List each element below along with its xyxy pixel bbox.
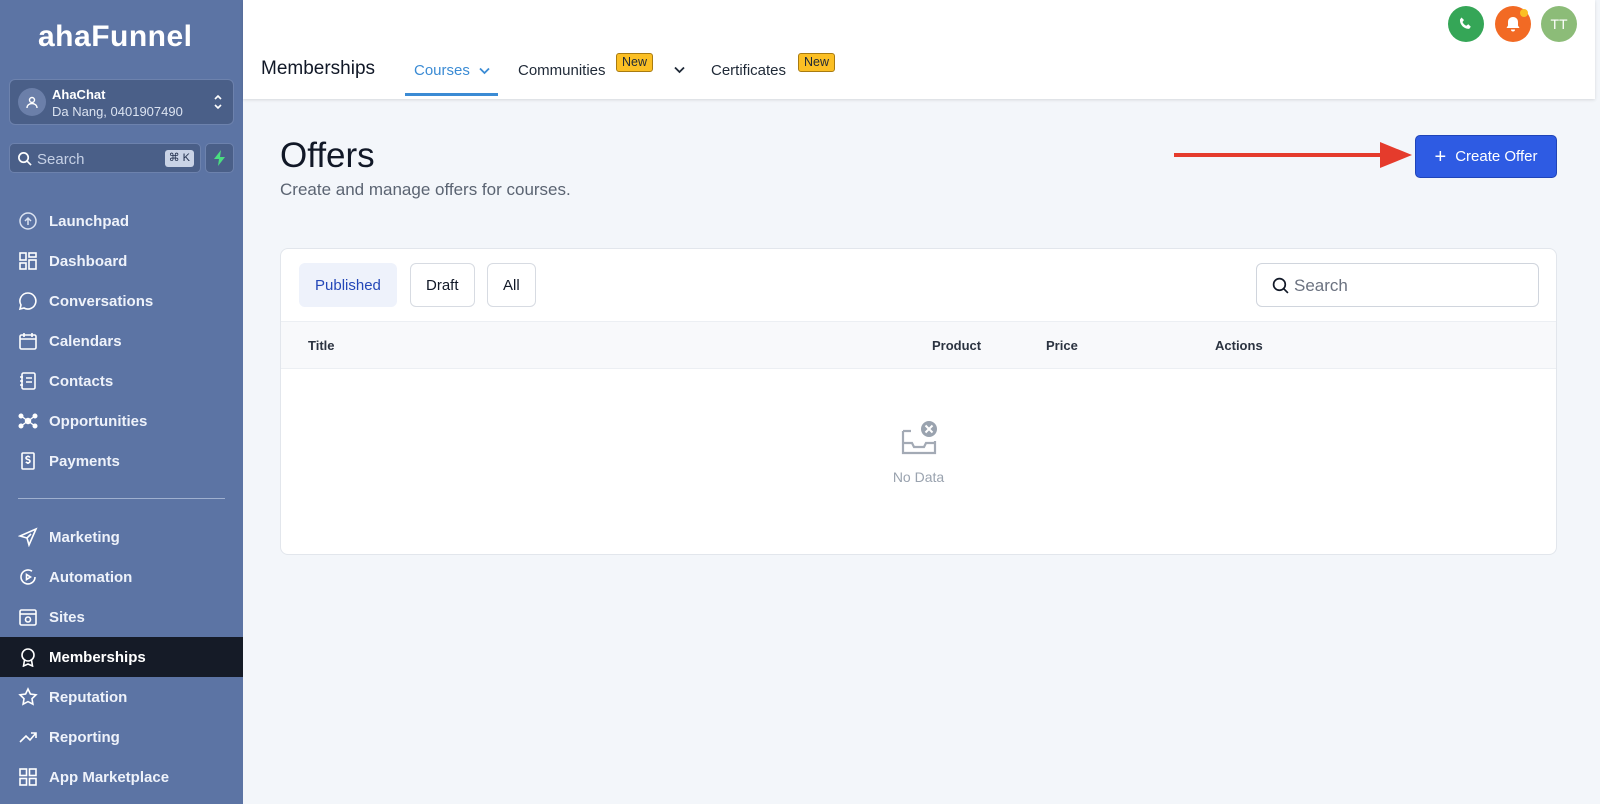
section-title: Memberships <box>261 58 376 79</box>
sidebar-item-label: Launchpad <box>49 212 130 230</box>
sidebar-item-label: Contacts <box>49 372 114 390</box>
award-icon <box>18 647 38 667</box>
sidebar-item-label: Reporting <box>49 728 120 746</box>
column-product: Product <box>932 338 982 353</box>
sidebar-item-launchpad[interactable]: Launchpad <box>0 201 243 241</box>
notification-dot <box>1520 9 1528 17</box>
quick-action-button[interactable] <box>205 143 234 173</box>
star-icon <box>18 687 38 707</box>
automation-icon <box>18 567 38 587</box>
sidebar-item-opportunities[interactable]: Opportunities <box>0 401 243 441</box>
tab-communities[interactable]: Communities <box>518 62 606 79</box>
sidebar-item-label: Sites <box>49 608 85 626</box>
table-header: Title Product Price Actions <box>281 321 1556 369</box>
sidebar-item-label: Dashboard <box>49 252 128 270</box>
sidebar-item-label: Automation <box>49 568 133 586</box>
bell-icon <box>1506 17 1520 32</box>
sidebar-item-label: App Marketplace <box>49 768 170 786</box>
sidebar-item-label: Opportunities <box>49 412 148 430</box>
column-title: Title <box>308 338 335 353</box>
notifications-button[interactable] <box>1495 6 1531 42</box>
empty-state: No Data <box>281 419 1556 485</box>
app-logo[interactable]: ahaFunnel <box>38 20 193 54</box>
sidebar-item-dashboard[interactable]: Dashboard <box>0 241 243 281</box>
contacts-icon <box>18 371 38 391</box>
sidebar-search-placeholder: Search <box>37 151 85 168</box>
chevron-down-icon <box>674 66 685 74</box>
sidebar-divider <box>18 498 225 499</box>
tab-certificates[interactable]: Certificates <box>711 62 786 79</box>
user-avatar[interactable]: TT <box>1541 6 1577 42</box>
account-name: AhaChat <box>52 87 106 102</box>
dashboard-icon <box>18 251 38 271</box>
tab-label: Communities <box>518 62 606 79</box>
sidebar-item-label: Conversations <box>49 292 154 310</box>
sidebar-search[interactable]: Search ⌘ K <box>9 143 201 173</box>
top-bar: Memberships Courses Communities New Cert… <box>243 0 1595 99</box>
account-switcher[interactable]: AhaChat Da Nang, 0401907490 <box>9 79 234 125</box>
sidebar-item-contacts[interactable]: Contacts <box>0 361 243 401</box>
offers-search-input[interactable] <box>1294 274 1524 298</box>
filter-published[interactable]: Published <box>299 263 397 307</box>
bolt-icon <box>213 150 225 166</box>
empty-inbox-icon <box>901 421 937 455</box>
sidebar: ahaFunnel AhaChat Da Nang, 0401907490 Se… <box>0 0 243 804</box>
sidebar-item-label: Marketing <box>49 528 120 546</box>
sidebar-item-reputation[interactable]: Reputation <box>0 677 243 717</box>
search-shortcut: ⌘ K <box>164 150 194 167</box>
sidebar-item-sites[interactable]: Sites <box>0 597 243 637</box>
account-location: Da Nang, 0401907490 <box>52 104 183 119</box>
active-tab-indicator <box>405 93 498 96</box>
filter-draft[interactable]: Draft <box>410 263 475 307</box>
tab-courses[interactable]: Courses <box>414 62 490 79</box>
search-icon <box>17 151 32 171</box>
payments-icon <box>18 451 38 471</box>
sidebar-item-label: Memberships <box>49 648 146 666</box>
sidebar-item-memberships[interactable]: Memberships <box>0 637 243 677</box>
sidebar-item-automation[interactable]: Automation <box>0 557 243 597</box>
location-icon <box>18 88 46 116</box>
sidebar-item-label: Calendars <box>49 332 122 350</box>
search-icon <box>1272 277 1289 299</box>
sites-icon <box>18 607 38 627</box>
empty-state-text: No Data <box>892 469 945 485</box>
annotation-arrow <box>1174 142 1412 168</box>
opportunities-icon <box>18 411 38 431</box>
send-icon <box>18 527 38 547</box>
more-tabs-dropdown[interactable] <box>674 66 685 74</box>
tab-label: Certificates <box>711 62 787 79</box>
sidebar-item-payments[interactable]: Payments <box>0 441 243 481</box>
create-offer-button[interactable]: + Create Offer <box>1415 135 1557 178</box>
offers-table-card: Published Draft All Title Product Price … <box>280 248 1557 555</box>
filter-all[interactable]: All <box>487 263 536 307</box>
sidebar-item-app-marketplace[interactable]: App Marketplace <box>0 757 243 797</box>
offers-search[interactable] <box>1256 263 1539 307</box>
trend-icon <box>18 727 38 747</box>
create-offer-label: Create Offer <box>1455 148 1538 165</box>
new-badge: New <box>798 53 836 72</box>
sidebar-item-reporting[interactable]: Reporting <box>0 717 243 757</box>
phone-button[interactable] <box>1448 6 1484 42</box>
sidebar-item-calendars[interactable]: Calendars <box>0 321 243 361</box>
page-subtitle: Create and manage offers for courses. <box>280 180 571 199</box>
grid-icon <box>18 767 38 787</box>
plus-icon: + <box>1434 145 1447 168</box>
tab-label: Courses <box>414 62 470 79</box>
column-actions: Actions <box>1215 338 1263 353</box>
sidebar-item-label: Reputation <box>49 688 128 706</box>
chat-icon <box>18 291 38 311</box>
chevron-updown-icon <box>213 91 223 118</box>
launchpad-icon <box>18 211 38 231</box>
page-title: Offers <box>280 136 375 175</box>
sidebar-item-label: Payments <box>49 452 120 470</box>
calendar-icon <box>18 331 38 351</box>
phone-icon <box>1459 17 1471 29</box>
chevron-down-icon <box>479 67 490 75</box>
sidebar-item-conversations[interactable]: Conversations <box>0 281 243 321</box>
new-badge: New <box>616 53 654 72</box>
column-price: Price <box>1046 338 1078 353</box>
sidebar-item-marketing[interactable]: Marketing <box>0 517 243 557</box>
